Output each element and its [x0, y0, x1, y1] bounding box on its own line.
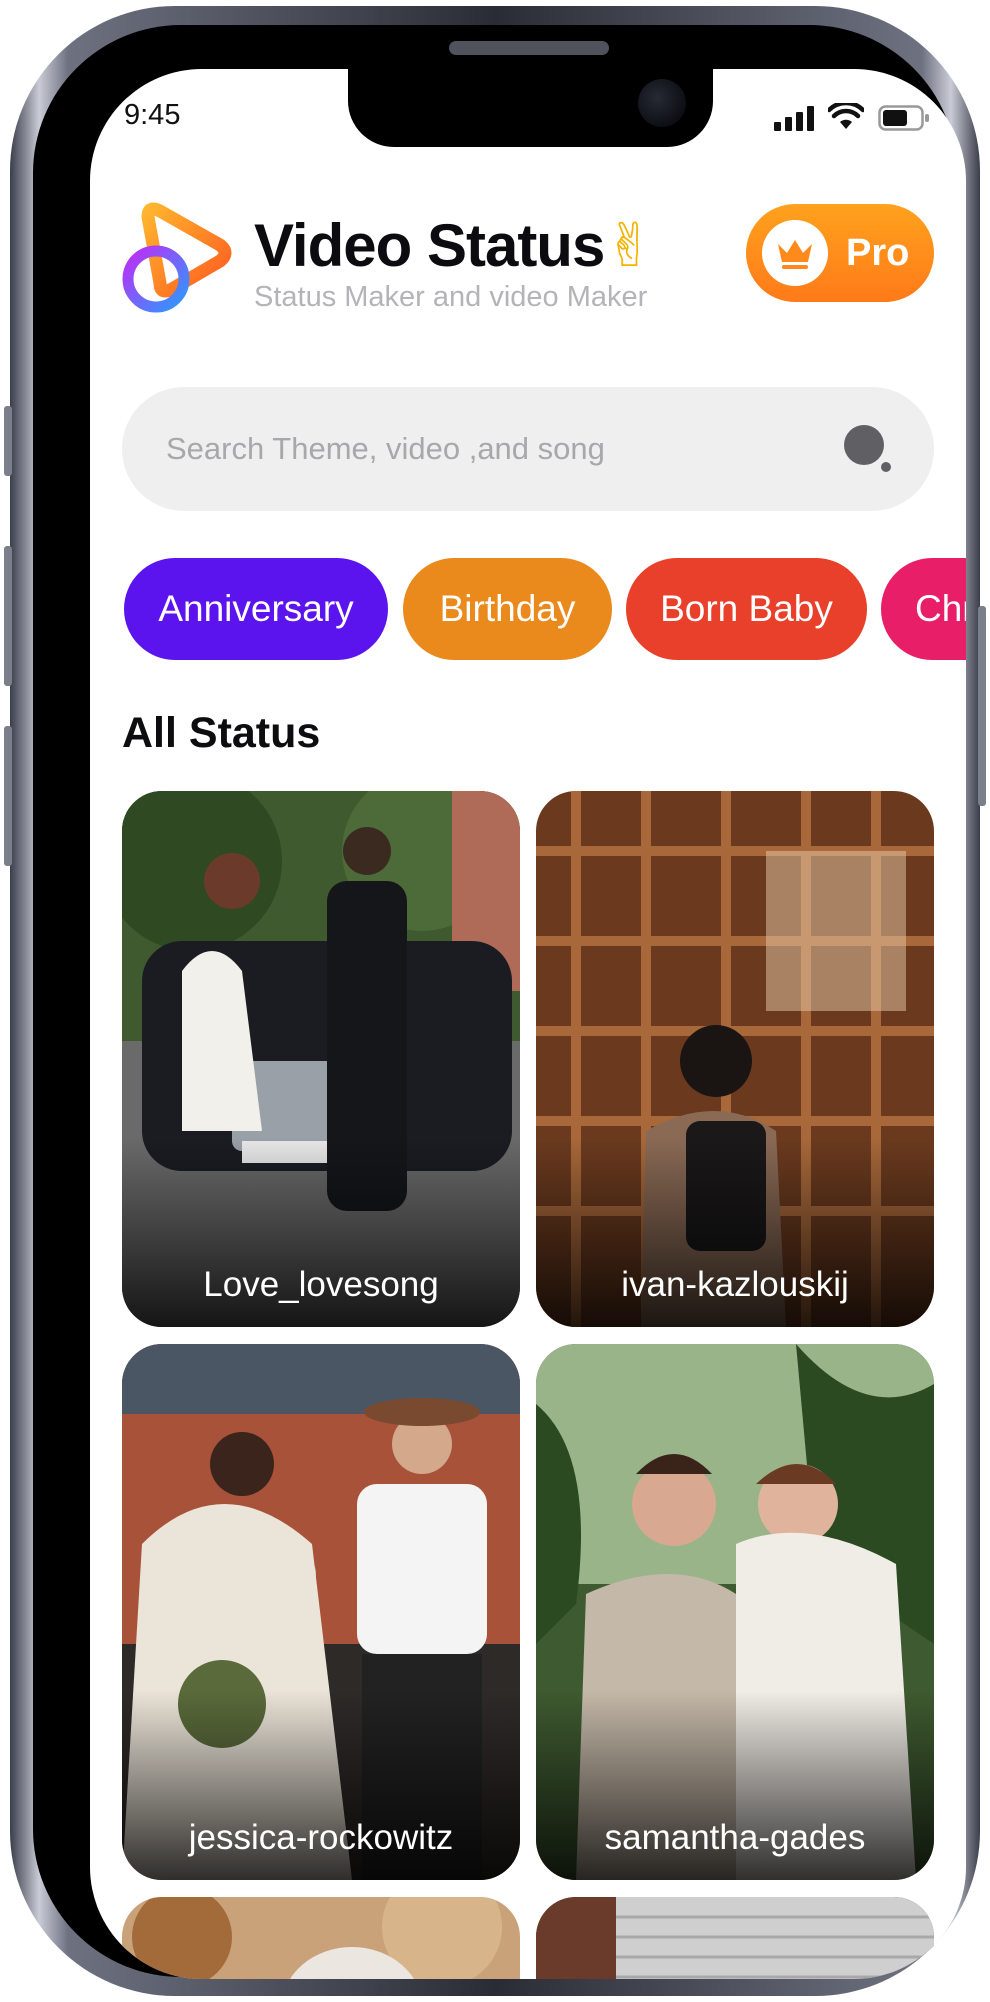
- phone-frame: 9:45 Video Status✌ Status Maker and vide…: [4, 6, 986, 1996]
- volume-down-button: [4, 726, 12, 866]
- volume-up-button: [4, 546, 12, 686]
- battery-icon: [878, 105, 929, 131]
- section-title: All Status: [122, 709, 321, 757]
- status-card-partial[interactable]: [536, 1897, 934, 1979]
- pro-button[interactable]: Pro: [746, 204, 934, 302]
- status-card-partial[interactable]: [122, 1897, 520, 1979]
- mute-switch: [4, 406, 12, 476]
- category-chips: Anniversary Birthday Born Baby Christmas: [124, 558, 966, 660]
- chip-christmas[interactable]: Christmas: [881, 558, 966, 660]
- crown-icon: [778, 240, 812, 269]
- app-screen: 9:45 Video Status✌ Status Maker and vide…: [90, 69, 966, 1979]
- speaker-grille: [449, 41, 609, 55]
- search-icon[interactable]: [842, 423, 894, 475]
- app-subtitle: Status Maker and video Maker: [254, 281, 648, 313]
- search-bar[interactable]: [122, 387, 934, 511]
- notch: [348, 69, 713, 147]
- status-card[interactable]: Love_lovesong: [122, 791, 520, 1327]
- chip-anniversary[interactable]: Anniversary: [124, 558, 388, 660]
- status-time: 9:45: [124, 99, 181, 131]
- app-title: Video Status✌: [254, 211, 655, 281]
- card-image: [122, 1897, 520, 1979]
- app-title-text: Video Status: [254, 212, 605, 279]
- status-card[interactable]: ivan-kazlouskij: [536, 791, 934, 1327]
- wifi-icon: [828, 103, 864, 129]
- camera: [638, 79, 686, 127]
- status-icons: [774, 103, 930, 131]
- power-button: [978, 606, 986, 806]
- card-title: Love_lovesong: [203, 1265, 439, 1304]
- signal-icon: [774, 105, 814, 131]
- app-logo-icon: [122, 202, 232, 313]
- card-title: samantha-gades: [604, 1818, 866, 1857]
- phone-bezel: 9:45 Video Status✌ Status Maker and vide…: [33, 25, 966, 1979]
- status-card[interactable]: samantha-gades: [536, 1344, 934, 1880]
- card-title: ivan-kazlouskij: [621, 1265, 849, 1304]
- victory-hand-icon: ✌: [604, 212, 654, 279]
- status-card[interactable]: jessica-rockowitz: [122, 1344, 520, 1880]
- chip-birthday[interactable]: Birthday: [403, 558, 612, 660]
- pro-label: Pro: [846, 231, 910, 274]
- crown-badge: [762, 220, 828, 286]
- chip-born-baby[interactable]: Born Baby: [626, 558, 867, 660]
- card-image: [536, 1897, 934, 1979]
- card-title: jessica-rockowitz: [188, 1818, 454, 1857]
- search-input[interactable]: [164, 430, 808, 468]
